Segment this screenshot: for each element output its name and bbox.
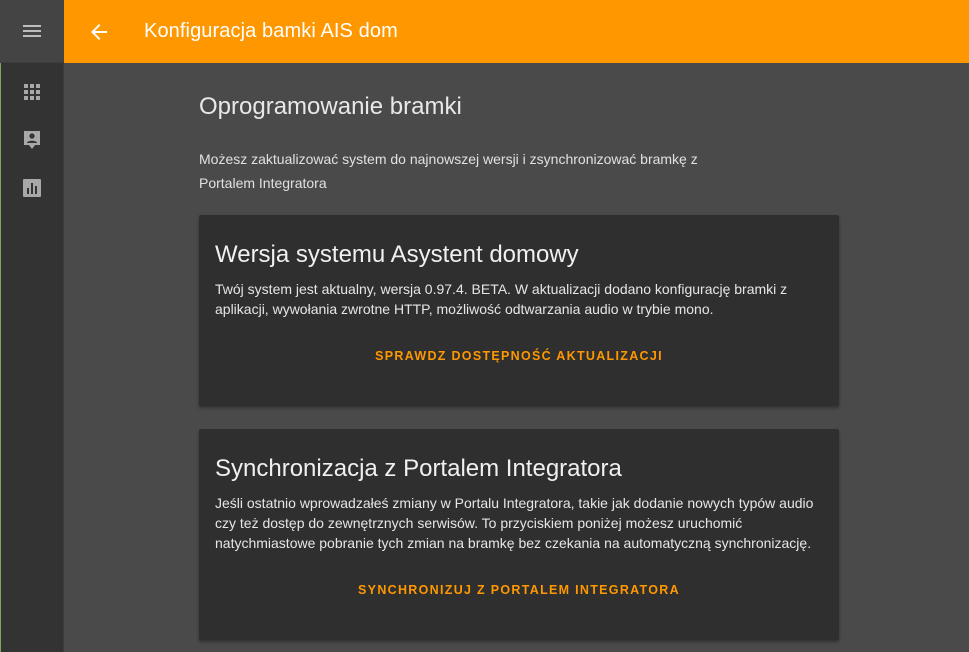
card-title: Synchronizacja z Portalem Integratora [215,455,622,482]
card-text: Jeśli ostatnio wprowadzałeś zmiany w Por… [215,495,814,551]
section-intro: Możesz zaktualizować system do najnowsze… [199,151,698,191]
card-actions: Synchronizuj z Portalem Integratora [215,579,823,601]
card-text: Twój system jest aktualny, wersja 0.97.4… [215,281,788,317]
menu-icon [23,25,41,37]
sync-portal-button[interactable]: Synchronizuj z Portalem Integratora [350,579,688,601]
system-version-card: Wersja systemu Asystent domowy Twój syst… [199,215,839,406]
arrow-back-icon [91,23,107,40]
apps-grid-icon [24,84,40,100]
menu-button[interactable] [0,0,64,63]
card-title: Wersja systemu Asystent domowy [215,241,579,268]
sidebar-item-apps[interactable] [0,68,64,116]
chart-bar-icon [23,179,41,197]
account-box-icon [22,130,42,150]
top-app-bar: Konfiguracja bamki AIS dom [64,0,969,63]
sidebar [0,0,64,652]
check-updates-button[interactable]: Sprawdz dostępność aktualizacji [367,345,671,367]
sidebar-item-account[interactable] [0,116,64,164]
card-actions: Sprawdz dostępność aktualizacji [215,345,823,367]
section-header: Oprogramowanie bramki [199,93,462,120]
back-button[interactable] [64,0,134,63]
sidebar-item-history[interactable] [0,164,64,212]
main-content: Oprogramowanie bramki Możesz zaktualizow… [199,63,839,640]
sidebar-edge [0,63,1,652]
page-title: Konfiguracja bamki AIS dom [144,20,398,42]
sync-portal-card: Synchronizacja z Portalem Integratora Je… [199,429,839,640]
